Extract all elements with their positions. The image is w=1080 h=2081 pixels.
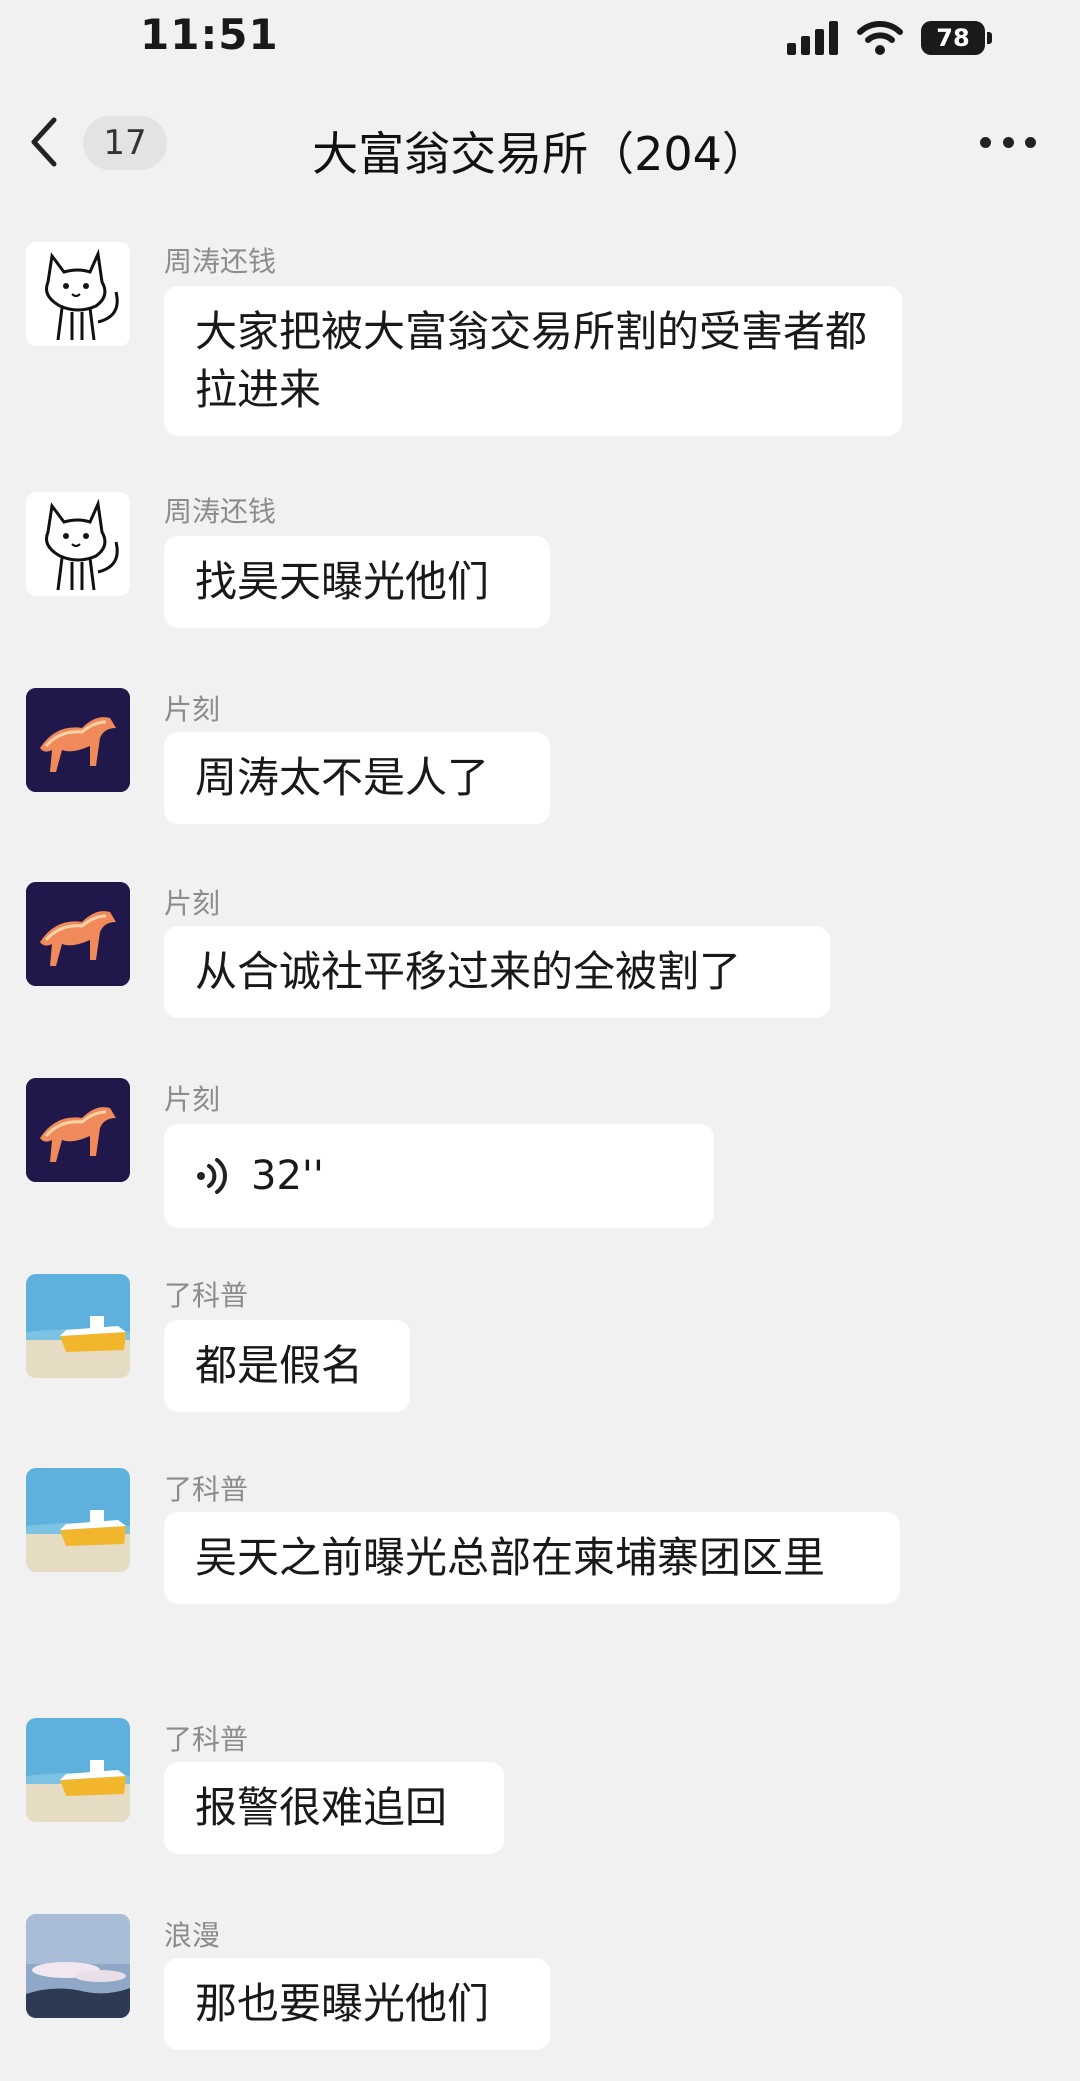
unread-count-badge[interactable]: 17 bbox=[83, 116, 167, 170]
cat-sketch-avatar-icon bbox=[45, 248, 119, 341]
more-options-icon[interactable] bbox=[980, 134, 1036, 150]
status-bar: 11:51 78 bbox=[0, 0, 1080, 80]
signal-icon bbox=[787, 21, 838, 55]
chat-header: 17 大富翁交易所（204） bbox=[0, 80, 1080, 200]
sender-name: 了科普 bbox=[164, 1279, 249, 1312]
wifi-icon bbox=[857, 21, 903, 55]
status-icons: 78 bbox=[787, 18, 992, 58]
avatar[interactable] bbox=[26, 1078, 130, 1182]
sender-name: 浪漫 bbox=[164, 1919, 221, 1952]
chat-title: 大富翁交易所（204） bbox=[312, 127, 768, 181]
sender-name: 周涛还钱 bbox=[164, 245, 277, 278]
sender-name: 片刻 bbox=[164, 1083, 221, 1116]
message-bubble[interactable]: 大家把被大富翁交易所割的受害者都拉进来 bbox=[164, 286, 902, 436]
message-bubble[interactable]: 报警很难追回 bbox=[164, 1762, 504, 1854]
status-time: 11:51 bbox=[140, 10, 279, 59]
avatar[interactable] bbox=[26, 1274, 130, 1378]
sender-name: 周涛还钱 bbox=[164, 495, 277, 528]
avatar[interactable] bbox=[26, 882, 130, 986]
sky-landscape-avatar-icon bbox=[26, 1914, 130, 2018]
sender-name: 片刻 bbox=[164, 887, 221, 920]
avatar[interactable] bbox=[26, 688, 130, 792]
sender-name: 片刻 bbox=[164, 693, 221, 726]
avatar[interactable] bbox=[26, 1468, 130, 1572]
cat-sketch-avatar-icon bbox=[45, 498, 119, 591]
avatar[interactable] bbox=[26, 1718, 130, 1822]
fire-horse-avatar-icon bbox=[26, 1078, 130, 1182]
avatar[interactable] bbox=[26, 1914, 130, 2018]
message-bubble[interactable]: 都是假名 bbox=[164, 1320, 410, 1412]
message-bubble[interactable]: 周涛太不是人了 bbox=[164, 732, 550, 824]
battery-indicator: 78 bbox=[921, 21, 992, 55]
fire-horse-avatar-icon bbox=[26, 688, 130, 792]
avatar[interactable] bbox=[26, 492, 130, 596]
sender-name: 了科普 bbox=[164, 1723, 249, 1756]
message-bubble[interactable]: 从合诚社平移过来的全被割了 bbox=[164, 926, 830, 1018]
back-chevron-icon[interactable] bbox=[26, 114, 66, 170]
sender-name: 了科普 bbox=[164, 1473, 249, 1506]
voice-wave-icon bbox=[197, 1158, 227, 1194]
fire-horse-avatar-icon bbox=[26, 882, 130, 986]
message-bubble[interactable]: 找昊天曝光他们 bbox=[164, 536, 550, 628]
boat-sea-avatar-icon bbox=[26, 1274, 130, 1378]
message-bubble[interactable]: 那也要曝光他们 bbox=[164, 1958, 550, 2050]
message-bubble[interactable]: 吴天之前曝光总部在柬埔寨团区里 bbox=[164, 1512, 900, 1604]
voice-duration: 32'' bbox=[251, 1153, 324, 1199]
boat-sea-avatar-icon bbox=[26, 1468, 130, 1572]
boat-sea-avatar-icon bbox=[26, 1718, 130, 1822]
voice-message-bubble[interactable]: 32'' bbox=[164, 1124, 714, 1228]
avatar[interactable] bbox=[26, 242, 130, 346]
